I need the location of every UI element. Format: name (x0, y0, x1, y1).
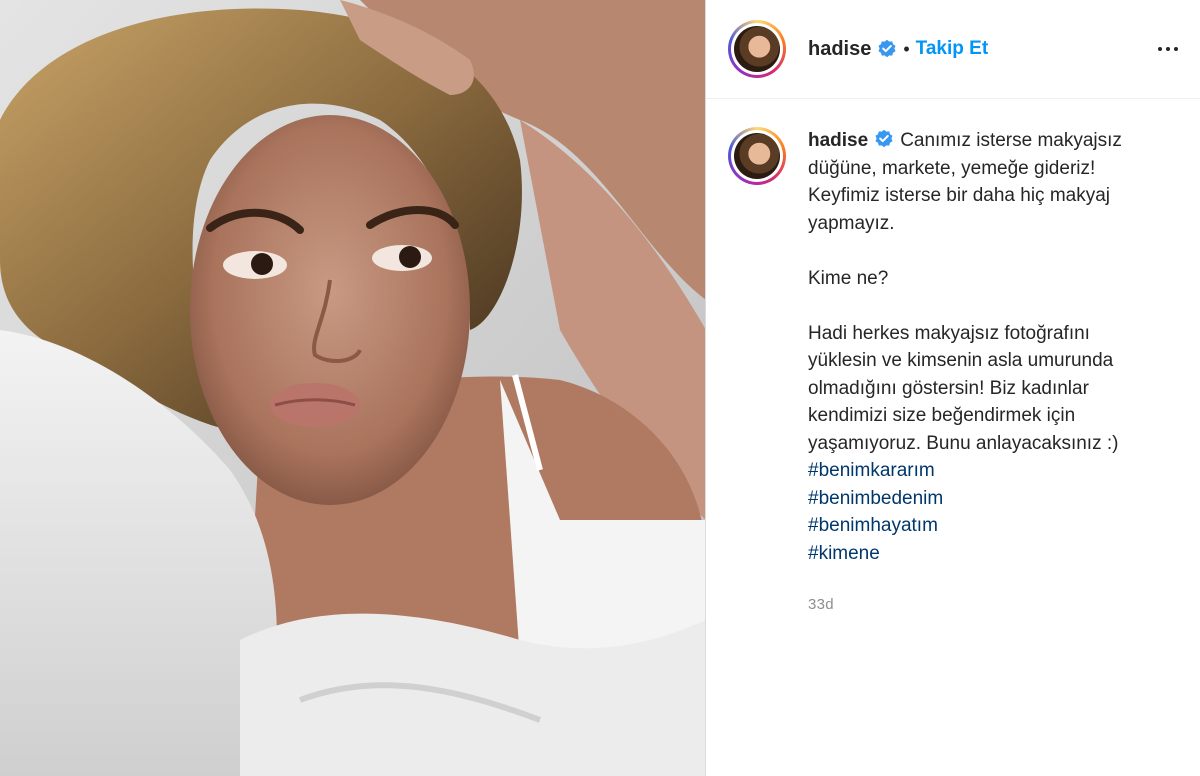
avatar[interactable] (728, 20, 786, 78)
post-photo[interactable] (0, 0, 706, 776)
caption-line: düğüne, markete, yemeğe gideriz! (808, 157, 1096, 179)
caption-avatar-image (734, 133, 780, 179)
caption-username[interactable]: hadise (808, 130, 868, 151)
post-caption: hadise Canımız isterse makyajsız düğüne, … (706, 99, 1200, 619)
hashtag-link[interactable]: #kimene (808, 540, 1168, 568)
more-options-icon[interactable] (1154, 35, 1182, 63)
caption-line: yaşamıyoruz. Bunu anlayacaksınız :) (808, 432, 1119, 454)
post-timestamp[interactable]: 33d (808, 591, 1168, 619)
post-sidebar: hadise • Takip Et hadise Canımız isterse … (706, 0, 1200, 776)
caption-line: kendimizi size beğendirmek için (808, 405, 1076, 426)
caption-line: Kime ne? (808, 267, 889, 289)
caption-line: Keyfimiz isterse bir daha hiç makyaj (808, 185, 1110, 206)
caption-text: hadise Canımız isterse makyajsız düğüne, … (808, 127, 1168, 619)
hashtag-link[interactable]: #benimbedenim (808, 485, 1168, 513)
separator-dot: • (903, 38, 910, 59)
avatar-image (734, 26, 780, 72)
verified-badge-icon (878, 39, 896, 58)
hashtag-link[interactable]: #benimkararım (808, 457, 1168, 485)
caption-line: yüklesin ve kimsenin asla umurunda (808, 350, 1114, 371)
caption-verified-badge-icon (875, 129, 893, 148)
follow-button[interactable]: Takip Et (916, 38, 989, 60)
header-username[interactable]: hadise (808, 38, 871, 61)
caption-line: yapmayız. (808, 212, 895, 234)
caption-line: olmadığını göstersin! Biz kadınlar (808, 377, 1089, 399)
caption-line: Canımız isterse makyajsız (900, 130, 1122, 151)
caption-line: Hadi herkes makyajsız fotoğrafını (808, 322, 1090, 344)
selfie-illustration (0, 0, 705, 776)
caption-avatar[interactable] (728, 127, 786, 185)
instagram-post: hadise • Takip Et hadise Canımız isterse … (0, 0, 1200, 776)
hashtag-link[interactable]: #benimhayatım (808, 512, 1168, 540)
post-header: hadise • Takip Et (706, 0, 1200, 99)
